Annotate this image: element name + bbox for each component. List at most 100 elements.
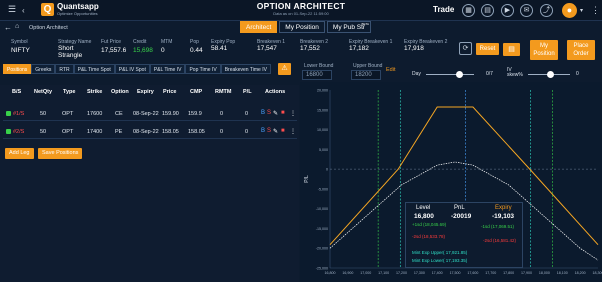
- avatar[interactable]: ●: [562, 3, 577, 18]
- tooltip-plus1sd: +1sd (18,045.69): [412, 222, 447, 227]
- tooltip-level-value: 16,800: [414, 213, 434, 220]
- subtab-breakeven-time-iv[interactable]: Breakeven Time IV: [220, 64, 271, 74]
- positions-table-header: B/S NetQty Type Strike Option Expiry Pri…: [3, 87, 297, 99]
- tooltip-pnl-value: -20019: [451, 213, 472, 220]
- subtab-pl-time-iv[interactable]: P&L Time IV: [149, 64, 186, 74]
- breadcrumb: Option Architect: [29, 25, 68, 31]
- lower-bound-label: Lower Bound: [304, 63, 334, 69]
- tab-my-position[interactable]: My Position: [279, 21, 325, 33]
- col-netqty: NetQty: [34, 89, 53, 95]
- subtab-rtr[interactable]: RTR: [55, 64, 74, 74]
- tooltip-mint-lower: Mint Exp Lower( 17,193.35): [412, 258, 468, 263]
- symbol-value: NIFTY: [11, 47, 30, 54]
- alert-triangle-icon[interactable]: ⚠: [278, 63, 291, 75]
- iv-slider-handle[interactable]: [547, 71, 554, 78]
- top-bar: ☰ ‹ Q Quantsapp Optimize Opportunities O…: [0, 0, 602, 21]
- share-icon[interactable]: ⤴: [540, 4, 553, 17]
- tooltip-expiry-value: -19,103: [492, 213, 515, 220]
- y-tick-label: 20,000: [317, 89, 328, 93]
- more-icon[interactable]: ⋮: [591, 6, 600, 15]
- row-strike: 17400: [87, 129, 103, 135]
- sell-icon[interactable]: S: [267, 110, 271, 116]
- x-tick-label: 17,200: [396, 271, 407, 275]
- mtm-label: MTM: [161, 39, 173, 45]
- chart-toggle-icon[interactable]: ▤: [503, 43, 520, 56]
- row-type: OPT: [62, 111, 74, 117]
- x-tick-label: 17,900: [521, 271, 532, 275]
- expiry-pop-value: 58.41: [211, 45, 228, 52]
- iv-skew-value: 0: [576, 71, 579, 77]
- trade-label[interactable]: Trade: [433, 5, 454, 14]
- lower-bound-input[interactable]: 16800: [302, 70, 332, 80]
- row-checkbox[interactable]: [6, 129, 11, 134]
- delete-icon[interactable]: ■: [281, 110, 285, 116]
- edit-icon[interactable]: ✎: [273, 128, 278, 135]
- tab-my-pub-str[interactable]: My Pub Str BETA: [326, 21, 372, 33]
- tooltip-level-label: Level: [416, 205, 431, 211]
- chart-tooltip: Level 16,800 PnL -20019 Expiry -19,103 +…: [405, 202, 523, 268]
- video-icon[interactable]: ▶: [501, 4, 514, 17]
- x-tick-label: 16,800: [325, 271, 336, 275]
- row-checkbox[interactable]: [6, 111, 11, 116]
- y-tick-label: -25,000: [316, 267, 328, 271]
- subtab-pl-time-spot[interactable]: P&L Time Spot: [73, 64, 115, 74]
- subtab-pl-iv-spot[interactable]: P&L IV Spot: [114, 64, 150, 74]
- tab-architect[interactable]: Architect: [240, 21, 278, 33]
- alert-icon[interactable]: ▤: [481, 4, 494, 17]
- x-tick-label: 17,100: [378, 271, 389, 275]
- buy-icon[interactable]: B: [261, 110, 265, 116]
- row-expiry: 08-Sep-22: [133, 111, 159, 117]
- refresh-icon[interactable]: ⟳: [459, 42, 472, 55]
- buy-icon[interactable]: B: [261, 128, 265, 134]
- edit-bounds-link[interactable]: Edit: [386, 67, 395, 73]
- breakeven1-block: Breakeven 1 17,547: [257, 39, 287, 52]
- subtab-positions[interactable]: Positions: [3, 64, 32, 74]
- row-cmp: 159.9: [188, 111, 202, 117]
- save-positions-button[interactable]: Save Positions: [38, 148, 83, 159]
- pop-label: Pop: [190, 39, 199, 45]
- add-leg-button[interactable]: Add Leg: [5, 148, 34, 159]
- y-tick-label: 15,000: [317, 108, 328, 112]
- more-icon[interactable]: ⋮: [290, 128, 296, 135]
- day-slider-handle[interactable]: [456, 71, 463, 78]
- chat-icon[interactable]: ✉: [520, 4, 533, 17]
- edit-icon[interactable]: ✎: [273, 110, 278, 117]
- home-icon[interactable]: ⌂: [15, 23, 19, 30]
- credit-block: Credit 15,698: [133, 39, 153, 54]
- trade-icon[interactable]: ▦: [462, 4, 475, 17]
- row-bs: #1/S: [13, 111, 25, 117]
- strategy-value: Short Strangle: [58, 45, 83, 59]
- day-slider-track[interactable]: [426, 74, 474, 75]
- delete-icon[interactable]: ■: [281, 128, 285, 134]
- beta-badge: BETA: [361, 22, 370, 26]
- reset-button[interactable]: Reset: [476, 43, 499, 55]
- col-expiry: Expiry: [137, 89, 154, 95]
- expiry-breakeven1-block: Expiry Breakeven 1 17,182: [349, 39, 401, 52]
- subtab-greeks[interactable]: Greeks: [31, 64, 56, 74]
- table-row[interactable]: #1/S 50 OPT 17600 CE 08-Sep-22 159.90 15…: [3, 107, 297, 121]
- x-tick-label: 18,300: [593, 271, 602, 275]
- x-tick-label: 17,300: [414, 271, 425, 275]
- pop-value: 0.44: [190, 47, 203, 54]
- row-pl: 0: [245, 129, 249, 135]
- tooltip-expiry-label: Expiry: [495, 205, 512, 211]
- back-arrow-icon[interactable]: ←: [4, 23, 12, 32]
- subtab-pop-time-iv[interactable]: Pop Time IV: [185, 64, 221, 74]
- my-position-button[interactable]: My Position: [530, 40, 558, 60]
- y-tick-label: -20,000: [316, 247, 328, 251]
- x-tick-label: 17,400: [432, 271, 443, 275]
- upper-bound-input[interactable]: 18200: [351, 70, 381, 80]
- col-strike: Strike: [87, 89, 103, 95]
- fut-price-value: 17,557.6: [101, 47, 127, 54]
- row-price: 159.90: [162, 111, 179, 117]
- row-expiry: 08-Sep-22: [133, 129, 159, 135]
- table-row[interactable]: #2/S 50 OPT 17400 PE 08-Sep-22 158.05 15…: [3, 125, 297, 139]
- chevron-down-icon[interactable]: ▾: [580, 7, 583, 16]
- sell-icon[interactable]: S: [267, 128, 271, 134]
- tooltip-plus2sd: -2sd (18,533.78): [412, 234, 446, 239]
- row-bs: #2/S: [13, 129, 25, 135]
- col-type: Type: [63, 89, 76, 95]
- place-order-button[interactable]: Place Order: [567, 40, 595, 60]
- x-tick-label: 17,600: [467, 271, 478, 275]
- more-icon[interactable]: ⋮: [290, 110, 296, 117]
